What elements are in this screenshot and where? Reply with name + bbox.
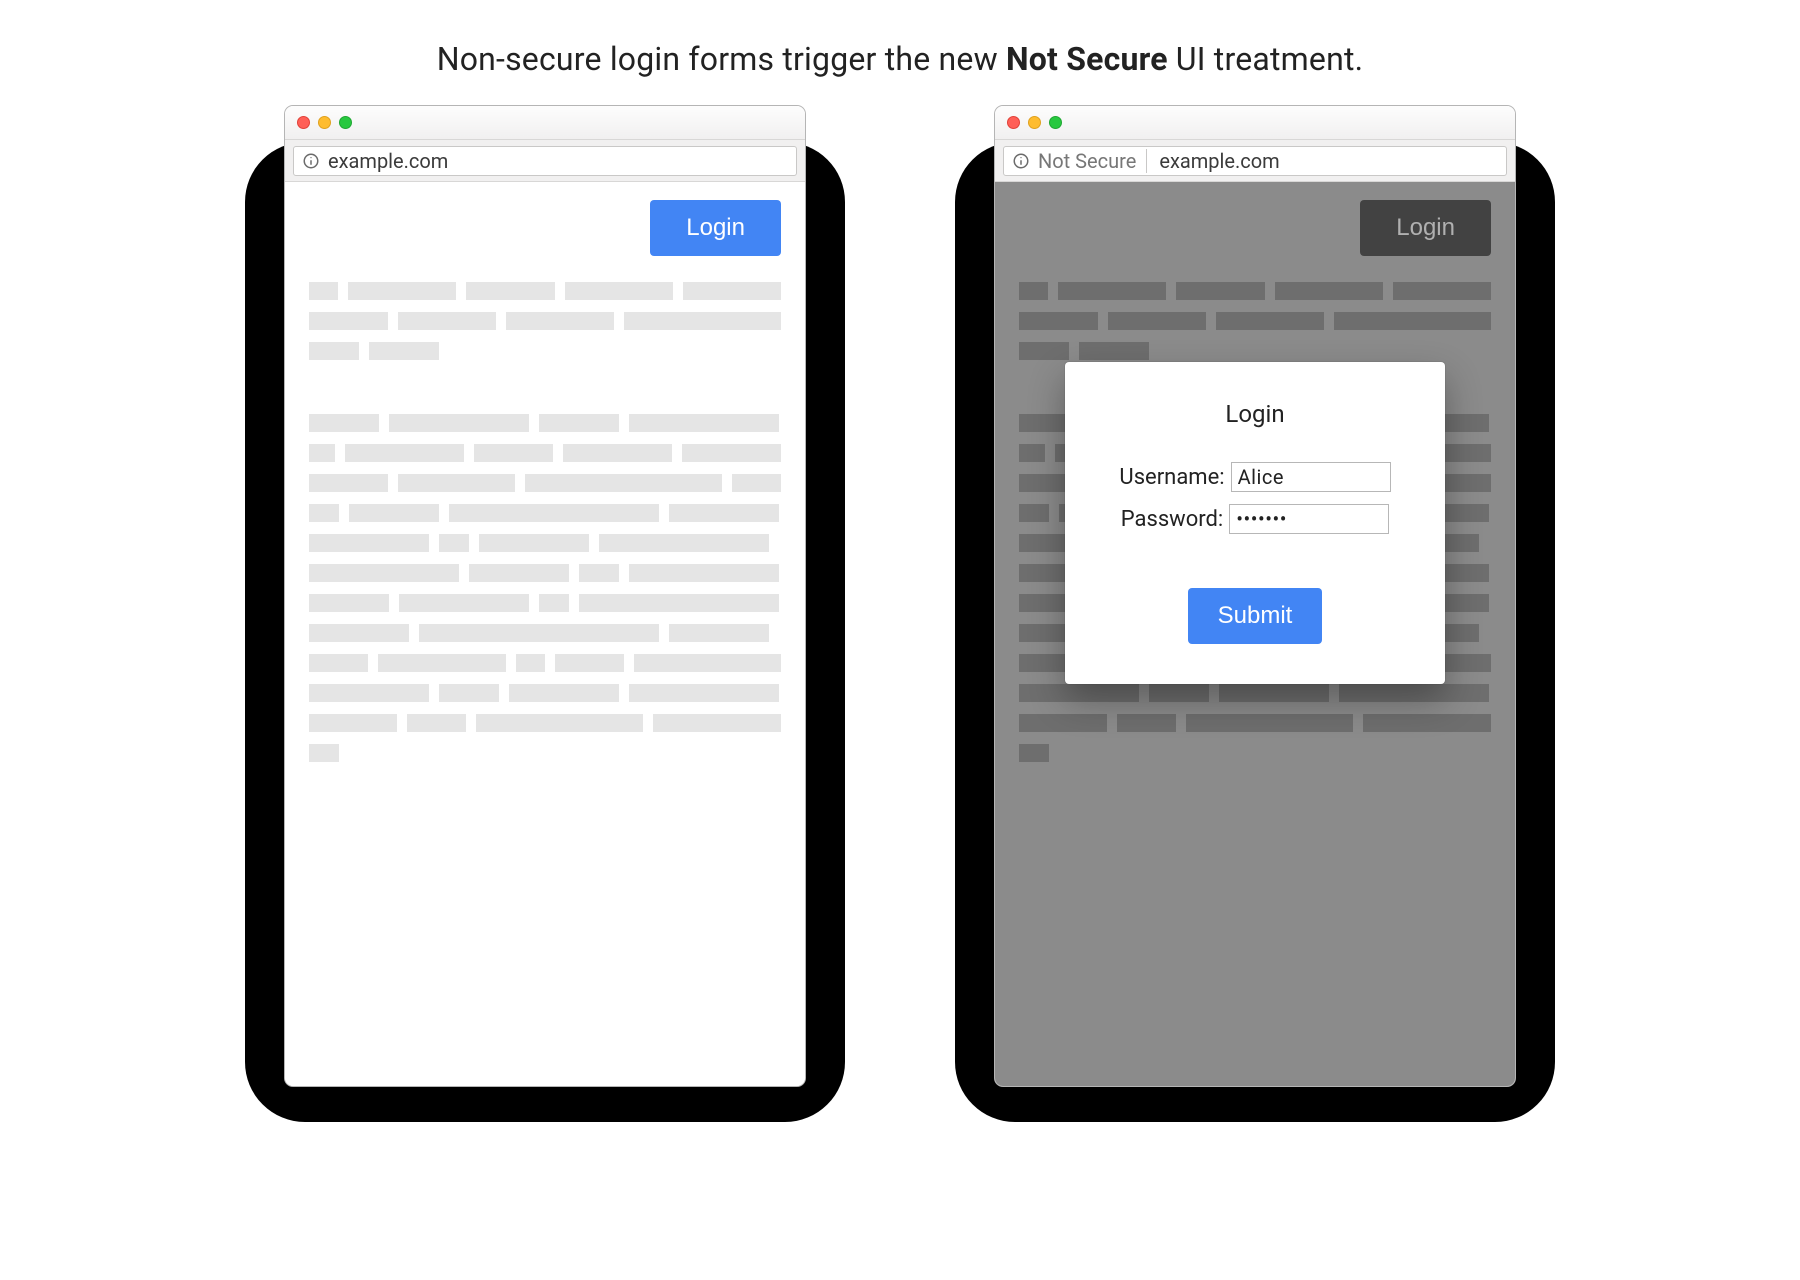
login-button: Login <box>1360 200 1491 256</box>
caption-suffix: UI treatment. <box>1168 40 1364 78</box>
window-titlebar <box>285 106 805 140</box>
password-label: Password: <box>1121 507 1224 532</box>
zoom-icon[interactable] <box>1049 116 1062 129</box>
address-text: example.com <box>1159 149 1279 173</box>
minimize-icon[interactable] <box>1028 116 1041 129</box>
page-viewport: Login <box>995 182 1515 1086</box>
info-icon[interactable] <box>1012 152 1030 170</box>
not-secure-label: Not Secure <box>1038 149 1147 173</box>
close-icon[interactable] <box>297 116 310 129</box>
browser-window-right: Not Secure example.com Login <box>995 106 1515 1086</box>
caption-prefix: Non-secure login forms trigger the new <box>437 40 1006 78</box>
submit-button[interactable]: Submit <box>1188 588 1323 644</box>
login-modal: Login Username: Password: Submit <box>1065 362 1445 684</box>
page-viewport: Login <box>285 182 805 1086</box>
login-button[interactable]: Login <box>650 200 781 256</box>
browser-window-left: example.com Login <box>285 106 805 1086</box>
address-field[interactable]: example.com <box>293 146 797 176</box>
username-label: Username: <box>1119 465 1224 490</box>
close-icon[interactable] <box>1007 116 1020 129</box>
caption-bold: Not Secure <box>1006 40 1168 78</box>
username-field[interactable] <box>1231 462 1391 492</box>
address-field[interactable]: Not Secure example.com <box>1003 146 1507 176</box>
address-bar: Not Secure example.com <box>995 140 1515 182</box>
password-field[interactable] <box>1229 504 1389 534</box>
login-modal-title: Login <box>1095 400 1415 428</box>
address-bar: example.com <box>285 140 805 182</box>
info-icon[interactable] <box>302 152 320 170</box>
address-text: example.com <box>328 149 448 173</box>
content-placeholder <box>309 282 781 774</box>
caption: Non-secure login forms trigger the new N… <box>245 40 1555 78</box>
window-titlebar <box>995 106 1515 140</box>
zoom-icon[interactable] <box>339 116 352 129</box>
minimize-icon[interactable] <box>318 116 331 129</box>
